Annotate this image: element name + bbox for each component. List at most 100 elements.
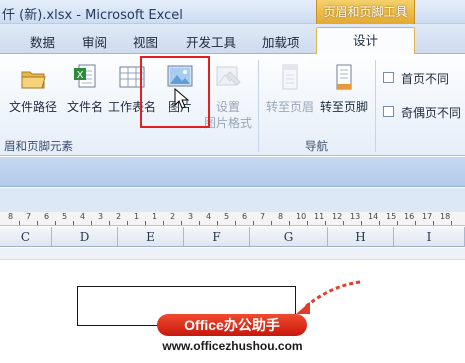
ruler-tick	[415, 221, 416, 225]
ruler-tick	[199, 221, 200, 225]
file-path-label: 文件路径	[8, 100, 57, 114]
ruler-mark: 11	[314, 212, 325, 221]
ribbon-panel: 文件路径 X 文件名 工作表名 图片 设置 图片格式 眉和页脚元素 转至页眉 转…	[0, 54, 465, 156]
ruler-tick	[361, 221, 362, 225]
ruler-mark: 2	[170, 212, 176, 221]
ruler-mark: 12	[332, 212, 343, 221]
context-tab-header-footer-tools: 页眉和页脚工具	[316, 0, 415, 24]
group-label-header-footer-elements: 眉和页脚元素	[4, 139, 73, 153]
ruler-tick	[271, 221, 272, 225]
ruler-tick	[145, 221, 146, 225]
formula-bar-area	[0, 157, 465, 187]
column-header-g[interactable]: G	[250, 227, 328, 247]
group-label-navigation: 导航	[305, 139, 328, 153]
ruler-mark: 2	[116, 212, 122, 221]
checkbox-box[interactable]	[383, 72, 394, 83]
ruler-mark: 6	[242, 212, 248, 221]
ruler-mark: 3	[188, 212, 194, 221]
group-divider	[258, 60, 259, 152]
ruler-mark: 8	[278, 212, 284, 221]
page-edge	[0, 248, 465, 260]
tab-developer[interactable]: 开发工具	[186, 32, 236, 51]
ruler-mark: 1	[134, 212, 140, 221]
ruler-mark: 5	[62, 212, 68, 221]
folder-icon	[21, 71, 46, 89]
column-header-c[interactable]: C	[0, 227, 52, 247]
ruler-tick	[181, 221, 182, 225]
ruler-mark: 16	[404, 212, 415, 221]
column-header-d[interactable]: D	[52, 227, 118, 247]
ruler-mark: 10	[296, 212, 307, 221]
goto-footer-icon	[336, 64, 352, 90]
horizontal-ruler: 8 7 6 5 4 3 2 1 1 2 3 4 5 6 7 8 10 11 12 13 14 15 16 17 18	[0, 212, 465, 226]
ruler-tick	[451, 221, 452, 225]
different-odd-even-checkbox[interactable]: 奇偶页不同	[383, 104, 465, 120]
ruler-tick	[289, 221, 290, 225]
ruler-tick	[325, 221, 326, 225]
title-bar: 仟 (新).xlsx - Microsoft Excel 页眉和页脚工具	[0, 0, 465, 24]
ruler-tick	[73, 221, 74, 225]
ruler-mark: 1	[152, 212, 158, 221]
ruler-tick	[433, 221, 434, 225]
ruler-mark: 18	[440, 212, 451, 221]
ruler-tick	[235, 221, 236, 225]
tab-view[interactable]: 视图	[133, 32, 158, 51]
ruler-tick	[109, 221, 110, 225]
ruler-tick	[253, 221, 254, 225]
mouse-cursor-icon	[174, 88, 190, 109]
column-headers: CDEFGHI	[0, 227, 465, 247]
ruler-mark: 3	[98, 212, 104, 221]
goto-footer-label: 转至页脚	[319, 100, 368, 114]
ruler-mark: 15	[386, 212, 397, 221]
ruler-tick	[127, 221, 128, 225]
ruler-tick	[91, 221, 92, 225]
checkbox-label: 奇偶页不同	[401, 106, 462, 120]
file-name-label: 文件名	[66, 100, 103, 114]
ruler-tick	[163, 221, 164, 225]
toolbar-gap	[0, 188, 465, 212]
goto-footer-button[interactable]: 转至页脚	[316, 60, 372, 120]
ruler-tick	[397, 221, 398, 225]
tab-design[interactable]: 设计	[316, 27, 415, 55]
tab-data[interactable]: 数据	[30, 32, 55, 51]
ruler-tick	[343, 221, 344, 225]
ruler-mark: 17	[422, 212, 433, 221]
watermark-brand: Office办公助手	[157, 314, 307, 336]
ruler-tick	[37, 221, 38, 225]
checkbox-label: 首页不同	[401, 72, 450, 86]
checkbox-box[interactable]	[383, 106, 394, 117]
format-picture-icon	[216, 66, 241, 86]
window-title: 仟 (新).xlsx - Microsoft Excel	[2, 8, 183, 23]
tab-addins[interactable]: 加载项	[262, 32, 300, 51]
watermark-url: www.officezhushou.com	[162, 339, 303, 353]
ruler-tick	[55, 221, 56, 225]
column-header-i[interactable]: I	[394, 227, 465, 247]
goto-header-label: 转至页眉	[265, 100, 314, 114]
different-first-page-checkbox[interactable]: 首页不同	[383, 70, 465, 86]
ruler-mark: 8	[8, 212, 14, 221]
ruler-tick	[379, 221, 380, 225]
svg-text:X: X	[77, 70, 84, 81]
file-name-button[interactable]: X 文件名	[64, 60, 106, 120]
column-header-h[interactable]: H	[328, 227, 394, 247]
column-header-e[interactable]: E	[118, 227, 184, 247]
goto-header-button[interactable]: 转至页眉	[262, 60, 318, 120]
group-divider	[375, 60, 376, 152]
ruler-tick	[217, 221, 218, 225]
ruler-mark: 7	[260, 212, 266, 221]
ruler-tick	[19, 221, 20, 225]
ruler-tick	[307, 221, 308, 225]
ruler-mark: 4	[80, 212, 86, 221]
ribbon-tab-bar: 数据 审阅 视图 开发工具 加载项 设计	[0, 24, 465, 55]
ruler-mark: 13	[350, 212, 361, 221]
file-path-button[interactable]: 文件路径	[2, 60, 64, 120]
ruler-mark: 7	[26, 212, 32, 221]
excel-file-icon: X	[74, 64, 96, 88]
tab-review[interactable]: 审阅	[82, 32, 107, 51]
ruler-mark: 14	[368, 212, 379, 221]
column-header-f[interactable]: F	[184, 227, 250, 247]
ruler-mark: 6	[44, 212, 50, 221]
ruler-mark: 4	[206, 212, 212, 221]
ruler-mark: 5	[224, 212, 230, 221]
goto-header-icon	[282, 64, 298, 90]
